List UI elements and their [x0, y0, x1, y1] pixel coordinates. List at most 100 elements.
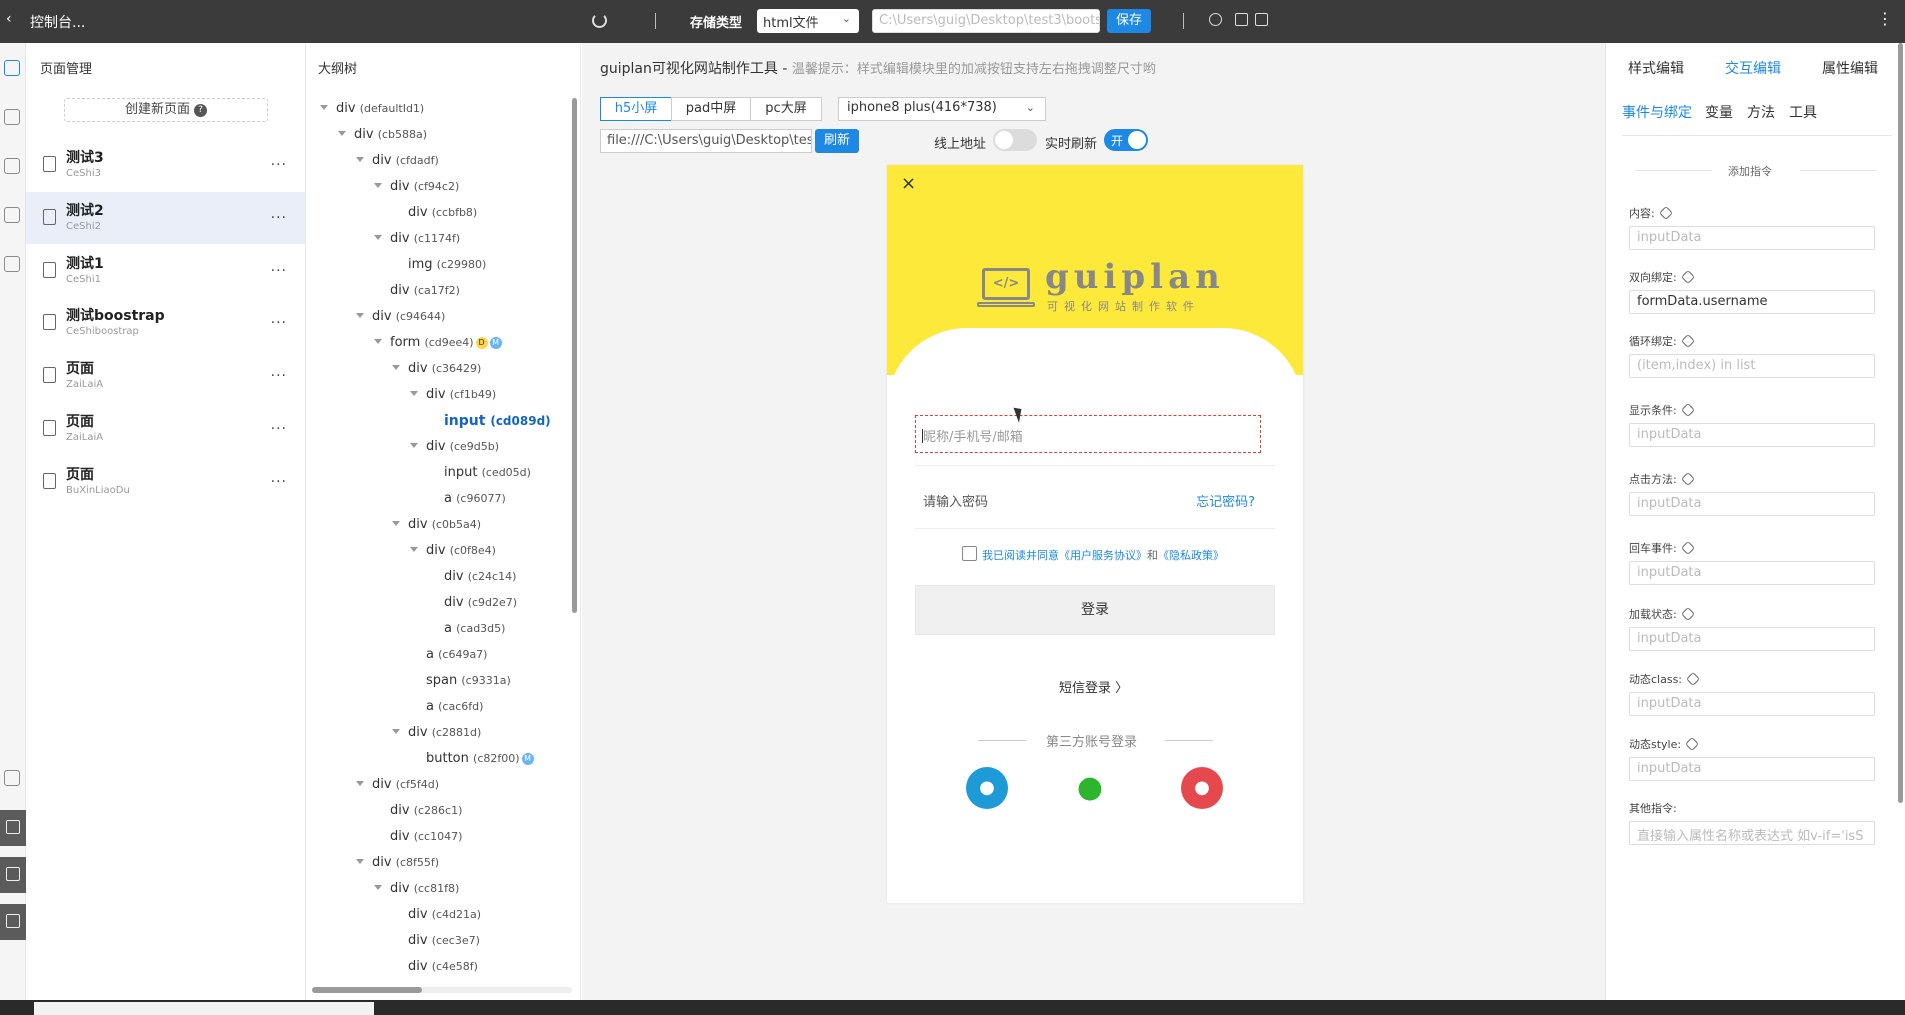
tree-node[interactable]: a (cac6fd) [426, 699, 483, 714]
page-item[interactable]: 页面 BuXinLiaoDu ... [26, 456, 305, 508]
loop-binding-input[interactable]: (item,index) in list [1629, 354, 1875, 378]
tree-node[interactable]: div (c36429) [392, 361, 481, 376]
right-panel-scrollbar[interactable] [1896, 43, 1905, 1000]
caret-down-icon[interactable] [374, 235, 382, 240]
link-icon[interactable] [1680, 333, 1695, 349]
link-icon[interactable] [1685, 671, 1701, 687]
outline-toggle-button[interactable] [0, 857, 26, 893]
display-condition-input[interactable]: inputData [1629, 423, 1875, 447]
subtab-variables[interactable]: 变量 [1705, 102, 1733, 122]
tree-node[interactable]: div (ce9d5b) [410, 439, 499, 454]
login-button[interactable]: 登录 [915, 585, 1275, 635]
caret-down-icon[interactable] [410, 547, 418, 552]
page-more-button[interactable]: ... [271, 206, 287, 222]
link-icon[interactable] [1680, 606, 1695, 622]
tab-attribute-edit[interactable]: 属性编辑 [1822, 58, 1878, 78]
tree-node[interactable]: div (cc81f8) [374, 881, 459, 896]
scroll-thumb[interactable] [1898, 43, 1903, 803]
save-button[interactable]: 保存 [1107, 9, 1151, 33]
resize-panel-button[interactable] [0, 810, 26, 846]
content-input[interactable]: inputData [1629, 226, 1875, 250]
bug-icon[interactable] [1209, 13, 1222, 26]
more-menu-icon[interactable]: ⋮ [1877, 9, 1893, 28]
other-directive-input[interactable]: 直接输入属性名称或表达式 如v-if='isS [1629, 821, 1875, 845]
tree-node[interactable]: div (c24c14) [444, 569, 516, 584]
tab-interaction-edit[interactable]: 交互编辑 [1725, 58, 1781, 78]
online-address-toggle[interactable] [993, 129, 1037, 151]
forgot-password-link[interactable]: 忘记密码? [1196, 491, 1255, 510]
tree-node[interactable]: img (c29980) [408, 257, 486, 272]
tree-node[interactable]: div (c2881d) [392, 725, 481, 740]
tree-node[interactable]: div (c286c1) [390, 803, 462, 818]
caret-down-icon[interactable] [356, 859, 364, 864]
tree-node[interactable]: input (ced05d) [444, 465, 531, 480]
page-more-button[interactable]: ... [271, 311, 287, 327]
tree-node[interactable]: span (c9331a) [426, 673, 511, 688]
link-icon[interactable] [1685, 736, 1700, 752]
tree-node[interactable]: div (cc1047) [390, 829, 462, 844]
tree-node[interactable]: button (c82f00) M [426, 751, 534, 766]
page-more-button[interactable]: ... [271, 364, 287, 380]
enter-event-input[interactable]: inputData [1629, 561, 1875, 585]
page-more-button[interactable]: ... [271, 470, 287, 486]
page-item[interactable]: 测试boostrap CeShiboostrap ... [26, 297, 305, 349]
tree-node[interactable]: form (cd9ee4) D M [374, 335, 502, 350]
components-icon[interactable] [4, 109, 20, 125]
page-item[interactable]: 页面 ZaiLaiA ... [26, 403, 305, 455]
service-agreement-link[interactable]: 我已阅读并同意《用户服务协议》 [982, 549, 1147, 562]
caret-down-icon[interactable] [374, 339, 382, 344]
layout-icon[interactable] [4, 158, 20, 174]
caret-down-icon[interactable] [374, 183, 382, 188]
caret-down-icon[interactable] [356, 157, 364, 162]
subtab-tools[interactable]: 工具 [1789, 102, 1817, 122]
tree-node[interactable]: div (cf5f4d) [356, 777, 439, 792]
password-input[interactable]: 请输入密码 [923, 491, 988, 510]
click-method-input[interactable]: inputData [1629, 492, 1875, 516]
dynamic-style-input[interactable]: inputData [1629, 757, 1875, 781]
create-page-button[interactable]: 创建新页面? [64, 98, 268, 122]
tree-vertical-scrollbar[interactable] [572, 98, 577, 613]
back-icon[interactable]: ‹ [6, 11, 12, 27]
tree-node[interactable]: div (c4e58f) [408, 959, 478, 974]
screen-pad-button[interactable]: pad中屏 [671, 97, 751, 121]
sms-login-link[interactable]: 短信登录 〉 [1059, 677, 1128, 696]
tree-node[interactable]: div (c0b5a4) [392, 517, 481, 532]
tree-node[interactable]: div (ca17f2) [390, 283, 460, 298]
tree-node[interactable]: div (c8f55f) [356, 855, 439, 870]
caret-down-icon[interactable] [356, 313, 364, 318]
tree-node[interactable]: div (c9d2e7) [444, 595, 517, 610]
refresh-icon[interactable] [592, 13, 607, 28]
tree-node[interactable]: div (cec3e7) [408, 933, 480, 948]
loading-state-input[interactable]: inputData [1629, 627, 1875, 651]
tree-node[interactable]: div (c94644) [356, 309, 445, 324]
close-icon[interactable]: × [901, 173, 916, 194]
refresh-button[interactable]: 刷新 [815, 129, 859, 153]
page-more-button[interactable]: ... [271, 259, 287, 275]
tree-node[interactable]: div (cf94c2) [374, 179, 459, 194]
caret-down-icon[interactable] [410, 443, 418, 448]
page-more-button[interactable]: ... [271, 153, 287, 169]
tree-node[interactable]: a (cad3d5) [444, 621, 505, 636]
console-title[interactable]: 控制台... [30, 12, 85, 32]
qq-login-icon[interactable]: ● [966, 767, 1008, 809]
caret-down-icon[interactable] [410, 391, 418, 396]
tree-node[interactable]: div (c0f8e4) [410, 543, 496, 558]
subtab-events-binding[interactable]: 事件与绑定 [1622, 102, 1692, 122]
tree-node-selected[interactable]: input (cd089d) [444, 413, 551, 429]
screen-h5-button[interactable]: h5小屏 [600, 97, 672, 121]
tree-node[interactable]: a (c96077) [444, 491, 506, 506]
page-item[interactable]: 测试2 CeShi2 ... [26, 192, 305, 244]
tree-node[interactable]: div (cb588a) [338, 127, 427, 142]
weibo-login-icon[interactable]: ● [1181, 767, 1223, 809]
dynamic-class-input[interactable]: inputData [1629, 692, 1875, 716]
two-way-binding-input[interactable]: formData.username [1629, 290, 1875, 314]
tree-node[interactable]: a (c649a7) [426, 647, 487, 662]
screen-pc-button[interactable]: pc大屏 [750, 97, 822, 121]
caret-down-icon[interactable] [392, 521, 400, 526]
save-path-input[interactable]: C:\Users\guig\Desktop\test3\boots [872, 9, 1100, 33]
database-icon[interactable] [4, 256, 20, 272]
agree-checkbox[interactable] [962, 546, 977, 561]
tree-horizontal-scrollbar[interactable] [312, 987, 572, 993]
caret-down-icon[interactable] [374, 885, 382, 890]
username-input[interactable]: 昵称/手机号/邮箱 [915, 415, 1261, 453]
